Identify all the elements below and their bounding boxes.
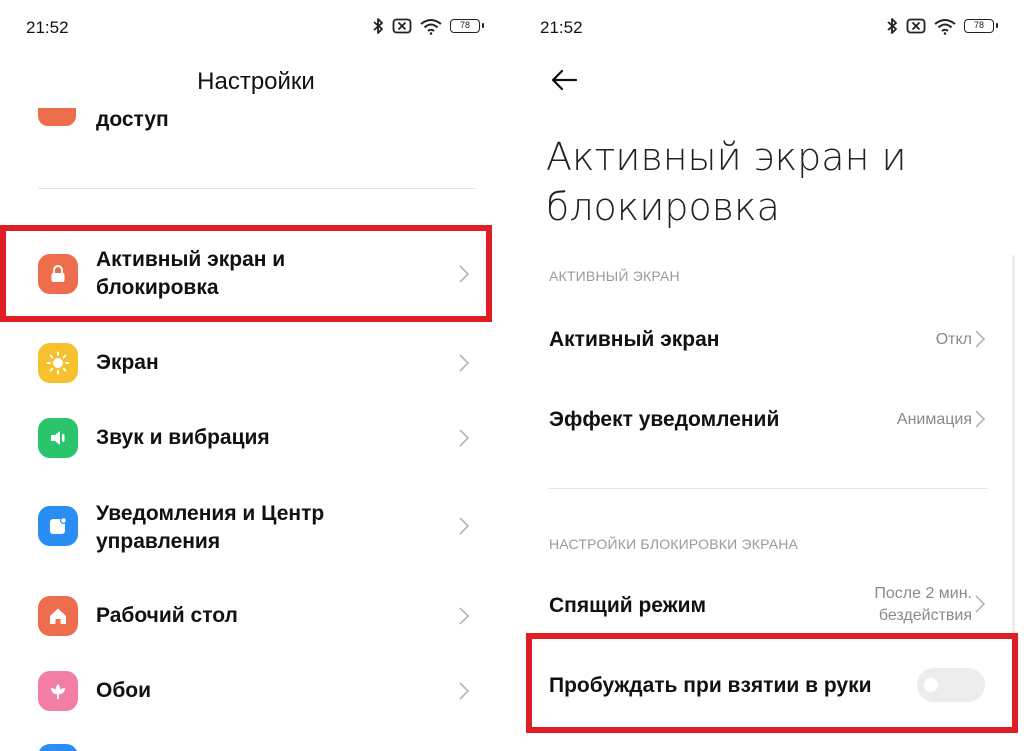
page-title: Активный экран и блокировка bbox=[546, 135, 907, 229]
back-arrow-icon[interactable] bbox=[548, 66, 580, 94]
settings-item-accessibility[interactable]: доступ bbox=[96, 108, 169, 132]
settings-item-label: Активный экран и блокировка bbox=[96, 248, 286, 299]
lock-screen-settings: 21:52 78 Активный экран и блокировка АКТ… bbox=[512, 0, 1024, 751]
settings-item-wallpaper[interactable]: Обои bbox=[0, 671, 512, 711]
settings-item-label: Рабочий стол bbox=[96, 604, 238, 627]
settings-screen: 21:52 78 Настройки доступ Активный экран… bbox=[0, 0, 512, 751]
settings-item-display[interactable]: Экран bbox=[0, 343, 512, 383]
divider bbox=[38, 188, 476, 189]
chevron-right-icon bbox=[975, 595, 986, 613]
settings-item-label: Звук и вибрация bbox=[96, 426, 270, 449]
signal-off-icon bbox=[906, 18, 926, 34]
status-icons: 78 bbox=[886, 17, 998, 35]
signal-off-icon bbox=[392, 18, 412, 34]
setting-row-sleep[interactable]: Спящий режим После 2 мин. бездействия bbox=[512, 582, 1024, 632]
setting-row-active-screen[interactable]: Активный экран Откл bbox=[512, 318, 1024, 362]
setting-label: Спящий режим bbox=[549, 594, 707, 617]
section-header-active-screen: АКТИВНЫЙ ЭКРАН bbox=[549, 268, 680, 284]
chevron-right-icon bbox=[459, 682, 470, 700]
battery-icon: 78 bbox=[964, 19, 998, 33]
setting-value: Анимация bbox=[896, 411, 972, 428]
settings-item-label: Обои bbox=[96, 679, 152, 702]
settings-item-sound[interactable]: Звук и вибрация bbox=[0, 418, 512, 458]
settings-item-home-screen[interactable]: Рабочий стол bbox=[0, 596, 512, 636]
accessibility-icon bbox=[38, 108, 76, 126]
settings-item-lock-screen[interactable]: Активный экран и блокировка bbox=[0, 244, 512, 304]
setting-label: Активный экран bbox=[549, 328, 720, 351]
setting-row-notification-effect[interactable]: Эффект уведомлений Анимация bbox=[512, 398, 1024, 442]
bluetooth-icon bbox=[373, 18, 383, 34]
status-icons: 78 bbox=[372, 17, 484, 35]
chevron-right-icon bbox=[459, 265, 470, 283]
flower-icon bbox=[38, 671, 78, 711]
setting-value: После 2 мин. бездействия bbox=[874, 585, 972, 624]
wifi-icon bbox=[934, 18, 956, 35]
settings-item-notifications[interactable]: Уведомления и Центр управления bbox=[0, 498, 512, 558]
wifi-icon bbox=[420, 18, 442, 35]
status-time: 21:52 bbox=[540, 18, 583, 37]
chevron-right-icon bbox=[975, 410, 986, 428]
settings-item-label: Уведомления и Центр управления bbox=[96, 502, 325, 553]
next-item-icon bbox=[38, 744, 78, 751]
home-icon bbox=[38, 596, 78, 636]
bluetooth-icon bbox=[887, 18, 897, 34]
divider bbox=[549, 488, 987, 489]
status-time: 21:52 bbox=[26, 18, 69, 37]
page-title: Настройки bbox=[197, 68, 315, 95]
notification-icon bbox=[38, 506, 78, 546]
setting-value: Откл bbox=[935, 331, 972, 348]
settings-item-label: Экран bbox=[96, 351, 159, 374]
toggle-knob bbox=[924, 678, 938, 692]
section-header-lock-screen: НАСТРОЙКИ БЛОКИРОВКИ ЭКРАНА bbox=[549, 536, 799, 552]
setting-label: Эффект уведомлений bbox=[549, 408, 780, 431]
raise-to-wake-toggle[interactable] bbox=[917, 668, 985, 702]
speaker-icon bbox=[38, 418, 78, 458]
battery-icon: 78 bbox=[450, 19, 484, 33]
chevron-right-icon bbox=[459, 517, 470, 535]
sun-icon bbox=[38, 343, 78, 383]
chevron-right-icon bbox=[459, 607, 470, 625]
chevron-right-icon bbox=[975, 330, 986, 348]
chevron-right-icon bbox=[459, 354, 470, 372]
chevron-right-icon bbox=[459, 429, 470, 447]
setting-label: Пробуждать при взятии в руки bbox=[549, 674, 872, 697]
lock-icon bbox=[38, 254, 78, 294]
